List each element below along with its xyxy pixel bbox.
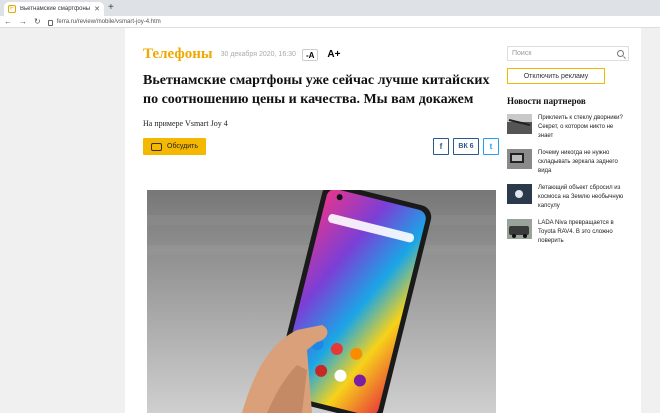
font-smaller-button[interactable]: -A bbox=[301, 48, 319, 61]
partner-thumbnail bbox=[507, 219, 532, 239]
search-input[interactable]: Поиск bbox=[507, 46, 629, 61]
font-larger-button[interactable]: A+ bbox=[324, 49, 343, 61]
tab-title: Вьетнамские смартфоны уже сейч bbox=[20, 6, 91, 12]
address-bar[interactable]: ferra.ru/review/mobile/vsmart-joy-4.htm bbox=[47, 17, 161, 27]
partner-news-item[interactable]: Летающий объект сбросил из космоса на Зе… bbox=[507, 184, 629, 211]
twitter-share-button[interactable]: t bbox=[483, 138, 499, 155]
url-text[interactable]: ferra.ru/review/mobile/vsmart-joy-4.htm bbox=[57, 19, 161, 25]
browser-tab[interactable]: F Вьетнамские смартфоны уже сейч ✕ bbox=[4, 2, 104, 16]
reload-button[interactable]: ↻ bbox=[34, 16, 41, 28]
sidebar: Поиск Отключить рекламу Новости партнеро… bbox=[507, 46, 629, 246]
partner-news-text[interactable]: Почему никогда не нужно складывать зерка… bbox=[538, 149, 629, 176]
search-placeholder: Поиск bbox=[512, 50, 532, 57]
article-meta: Телефоны 30 декабря 2020, 16:30 -A A+ bbox=[143, 46, 503, 63]
new-tab-button[interactable]: + bbox=[108, 2, 114, 14]
share-buttons: f ВК 6 t bbox=[433, 138, 499, 155]
partner-news-item[interactable]: Приклеить к стеклу дворники? Секрет, о к… bbox=[507, 114, 629, 141]
vk-share-button[interactable]: ВК 6 bbox=[453, 138, 479, 155]
search-icon[interactable] bbox=[617, 50, 624, 57]
discuss-button[interactable]: Обсудить bbox=[143, 138, 206, 155]
article-page: Телефоны 30 декабря 2020, 16:30 -A A+ Вь… bbox=[125, 28, 641, 413]
article-subtitle: На примере Vsmart Joy 4 bbox=[143, 119, 228, 128]
partners-news-title: Новости партнеров bbox=[507, 96, 586, 106]
browser-toolbar: ← → ↻ ferra.ru/review/mobile/vsmart-joy-… bbox=[0, 16, 660, 28]
back-button[interactable]: ← bbox=[4, 16, 12, 28]
forward-button[interactable]: → bbox=[19, 16, 27, 28]
site-favicon-icon: F bbox=[8, 5, 16, 13]
partner-thumbnail bbox=[507, 149, 532, 169]
facebook-share-button[interactable]: f bbox=[433, 138, 449, 155]
partner-thumbnail bbox=[507, 184, 532, 204]
article-main: Телефоны 30 декабря 2020, 16:30 -A A+ Вь… bbox=[143, 46, 503, 155]
partner-news-text[interactable]: Приклеить к стеклу дворники? Секрет, о к… bbox=[538, 114, 629, 141]
partner-news-text[interactable]: Летающий объект сбросил из космоса на Зе… bbox=[538, 184, 629, 211]
disable-ads-button[interactable]: Отключить рекламу bbox=[507, 68, 605, 84]
browser-tab-bar: F Вьетнамские смартфоны уже сейч ✕ + bbox=[0, 0, 660, 16]
tab-close-icon[interactable]: ✕ bbox=[94, 5, 100, 13]
partner-news-item[interactable]: LADA Niva превращается в Toyota RAV4. В … bbox=[507, 219, 629, 246]
chat-icon bbox=[151, 142, 162, 151]
article-actions: Обсудить f ВК 6 t bbox=[143, 138, 499, 155]
partner-news-text[interactable]: LADA Niva превращается в Toyota RAV4. В … bbox=[538, 219, 629, 246]
lock-icon bbox=[47, 19, 53, 26]
article-date: 30 декабря 2020, 16:30 bbox=[220, 51, 296, 58]
smartphone-photo bbox=[147, 190, 496, 413]
article-headline: Вьетнамские смартфоны уже сейчас лучше к… bbox=[143, 73, 490, 107]
page-viewport: Телефоны 30 декабря 2020, 16:30 -A A+ Вь… bbox=[0, 28, 660, 413]
category-link[interactable]: Телефоны bbox=[143, 46, 213, 63]
discuss-label: Обсудить bbox=[167, 143, 198, 150]
article-hero-image bbox=[147, 190, 496, 413]
partner-thumbnail bbox=[507, 114, 532, 134]
partner-news-item[interactable]: Почему никогда не нужно складывать зерка… bbox=[507, 149, 629, 176]
